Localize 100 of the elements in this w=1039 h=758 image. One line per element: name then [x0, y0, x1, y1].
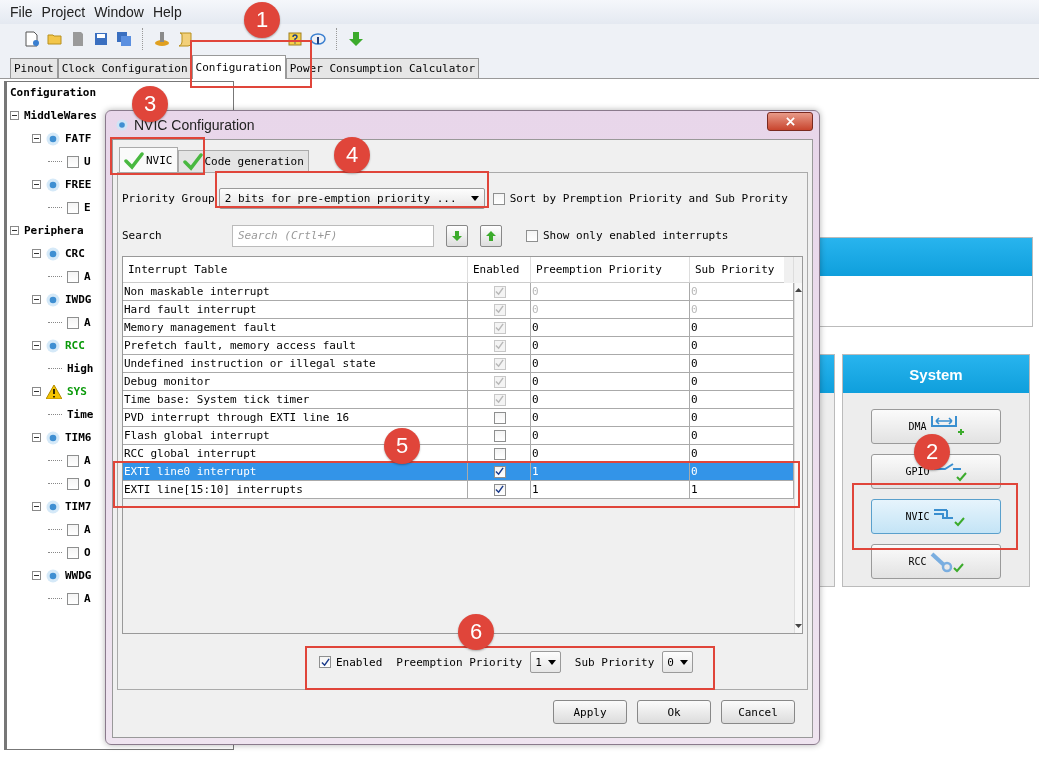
collapse-icon[interactable] [32, 433, 41, 442]
tab[interactable]: Configuration [191, 55, 286, 79]
table-row[interactable]: Time base: System tick timer 0 0 [123, 391, 794, 409]
collapse-icon[interactable] [32, 387, 41, 396]
column-header[interactable]: Enabled [468, 257, 531, 282]
save-all-icon[interactable] [116, 31, 132, 47]
tree-item[interactable]: RCC [65, 339, 85, 352]
checkbox[interactable] [67, 316, 79, 329]
table-row[interactable]: Undefined instruction or illegal state 0 0 [123, 355, 794, 373]
table-row[interactable]: PVD interrupt through EXTI line 16 0 0 [123, 409, 794, 427]
collapse-icon[interactable] [32, 341, 41, 350]
checkbox[interactable] [67, 546, 79, 559]
peripheral-button[interactable]: DMA [871, 409, 1001, 444]
collapse-icon[interactable] [32, 295, 41, 304]
checkbox[interactable] [493, 357, 506, 370]
folder-icon[interactable] [47, 31, 63, 47]
field-label: Priority Group [122, 192, 215, 205]
tab[interactable]: Code generation [177, 150, 309, 172]
info-icon[interactable] [310, 31, 326, 47]
collapse-icon[interactable] [32, 571, 41, 580]
tree-item[interactable]: Periphera [24, 224, 84, 237]
search-field[interactable]: Search (Crtl+F) [232, 224, 434, 247]
checkbox[interactable] [492, 192, 505, 205]
scrollbar[interactable] [794, 283, 802, 633]
tree-item[interactable]: FREE [65, 178, 92, 191]
close-icon [785, 117, 795, 126]
preemption-dropdown[interactable]: 1 [530, 651, 561, 673]
column-header[interactable]: Preemption Priority [531, 257, 690, 282]
peripheral-button[interactable]: RCC [871, 544, 1001, 579]
collapse-icon[interactable] [10, 111, 19, 120]
tab[interactable]: Pinout [10, 58, 58, 78]
collapse-icon[interactable] [32, 180, 41, 189]
collapse-icon[interactable] [32, 502, 41, 511]
priority-group-dropdown[interactable]: 2 bits for pre-emption priority ... [218, 188, 485, 209]
checkbox[interactable] [319, 656, 331, 668]
option-label: A [84, 270, 91, 283]
tree-title: Configuration [10, 86, 97, 101]
new-file-icon[interactable] [24, 31, 40, 47]
next-button[interactable] [446, 224, 468, 247]
checkbox[interactable] [67, 155, 79, 168]
menu-item[interactable]: Window [94, 4, 144, 20]
table-row[interactable]: Memory management fault 0 0 [123, 319, 794, 337]
save-icon[interactable] [93, 31, 109, 47]
tree-item[interactable]: IWDG [65, 293, 92, 306]
menu-item[interactable]: File [10, 4, 33, 20]
tree-item[interactable]: TIM6 [65, 431, 92, 444]
field-label: Sub Priority [574, 655, 655, 669]
tree-item[interactable]: SYS [67, 385, 87, 398]
dialog-button[interactable]: Cancel [721, 700, 795, 724]
checkbox[interactable] [493, 447, 506, 460]
dialog-button[interactable]: Apply [553, 700, 627, 724]
collapse-icon[interactable] [32, 134, 41, 143]
scroll-icon[interactable] [177, 31, 193, 47]
tree-item[interactable]: FATF [65, 132, 92, 145]
close-button[interactable] [767, 112, 813, 131]
peripheral-button[interactable]: NVIC [871, 499, 1001, 534]
checkbox[interactable] [67, 201, 79, 214]
option-label: A [84, 454, 91, 467]
checkbox[interactable] [526, 229, 538, 242]
checkbox[interactable] [493, 483, 506, 496]
checkbox[interactable] [493, 393, 506, 406]
checkbox[interactable] [493, 321, 506, 334]
checkbox[interactable] [493, 339, 506, 352]
table-row[interactable]: Prefetch fault, memory access fault 0 0 [123, 337, 794, 355]
tree-item[interactable]: CRC [65, 247, 85, 260]
table-row[interactable]: Non maskable interrupt 0 0 [123, 283, 794, 301]
collapse-icon[interactable] [10, 226, 19, 235]
scroll-up-icon[interactable] [795, 288, 802, 292]
scroll-down-icon[interactable] [795, 624, 802, 628]
checkbox[interactable] [67, 592, 79, 605]
checkbox[interactable] [493, 285, 506, 298]
checkbox[interactable] [493, 429, 506, 442]
collapse-icon[interactable] [32, 249, 41, 258]
tab[interactable]: Clock Configuration [57, 58, 192, 78]
sub-priority-dropdown[interactable]: 0 [662, 651, 693, 673]
checkbox[interactable] [493, 411, 506, 424]
checkbox-label: Enabled [336, 655, 383, 669]
column-header[interactable]: Interrupt Table [123, 257, 468, 282]
menu-item[interactable]: Project [41, 4, 86, 20]
checkbox[interactable] [67, 477, 79, 490]
table-row[interactable]: Debug monitor 0 0 [123, 373, 794, 391]
checkbox[interactable] [493, 375, 506, 388]
tool-icon[interactable] [154, 31, 170, 47]
tab[interactable]: NVIC [119, 147, 178, 173]
checkbox[interactable] [67, 454, 79, 467]
checkbox[interactable] [493, 303, 506, 316]
tree-item[interactable]: TIM7 [65, 500, 92, 513]
table-row[interactable]: Hard fault interrupt 0 0 [123, 301, 794, 319]
checkbox[interactable] [493, 465, 506, 478]
checkbox[interactable] [67, 523, 79, 536]
checkbox[interactable] [67, 270, 79, 283]
dialog-button[interactable]: Ok [637, 700, 711, 724]
previous-button[interactable] [480, 224, 502, 247]
tree-item[interactable]: MiddleWares [24, 109, 97, 122]
document-icon[interactable] [70, 31, 86, 47]
menu-item[interactable]: Help [152, 4, 182, 20]
download-arrow-icon[interactable] [348, 31, 364, 47]
tree-item[interactable]: WWDG [65, 569, 92, 582]
column-header[interactable]: Sub Priority [690, 257, 794, 282]
table-row[interactable]: EXTI line[15:10] interrupts 1 1 [123, 481, 794, 499]
